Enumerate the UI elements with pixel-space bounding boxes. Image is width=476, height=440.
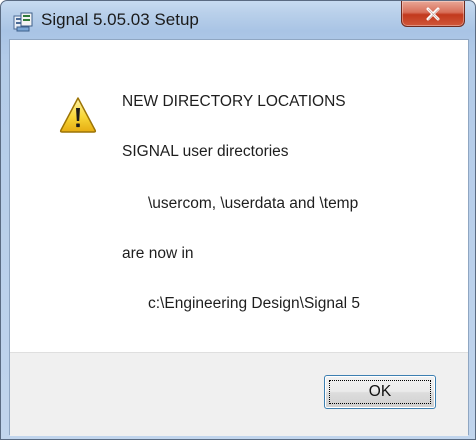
setup-dialog-window: Signal 5.05.03 Setup NEW DIRECTORY LOCAT… [0,0,476,440]
close-icon [425,7,441,21]
focus-rectangle [329,380,431,404]
window-title: Signal 5.05.03 Setup [41,10,199,29]
title-bar[interactable]: Signal 5.05.03 Setup [1,1,475,39]
close-button[interactable] [401,1,465,27]
warning-icon [58,95,98,135]
ok-button[interactable]: OK [324,375,436,409]
message-line: are now in [122,245,194,262]
message-line: SIGNAL user directories [122,143,289,160]
message-line: c:\Engineering Design\Signal 5 [148,295,360,312]
message-panel: NEW DIRECTORY LOCATIONS SIGNAL user dire… [10,40,468,352]
message-heading: NEW DIRECTORY LOCATIONS [122,93,346,110]
dialog-client-area: NEW DIRECTORY LOCATIONS SIGNAL user dire… [9,39,469,436]
message-line: \usercom, \userdata and \temp [148,195,359,212]
button-bar: OK [10,352,468,436]
installer-icon [12,11,34,33]
